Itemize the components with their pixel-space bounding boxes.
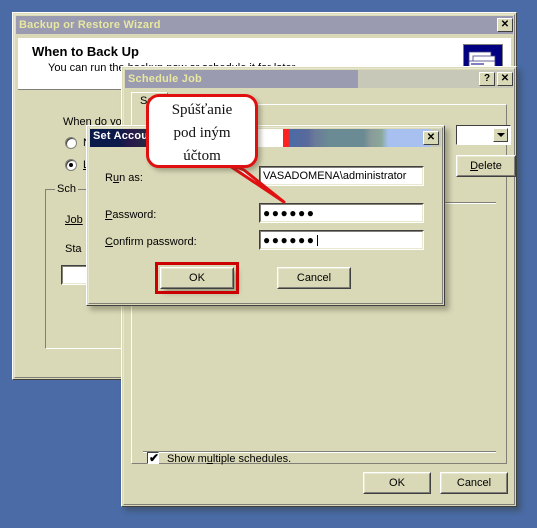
desktop-background: Backup or Restore Wizard ✕ When to Back … — [0, 0, 537, 528]
wizard-radio-later[interactable] — [65, 159, 77, 171]
callout-line-1: Spúšťanie — [171, 102, 233, 118]
schedule-job-titlebar[interactable]: Schedule Job ? ✕ — [125, 70, 513, 88]
confirm-password-value: ●●●●●● — [263, 233, 316, 247]
password-value: ●●●●●● — [263, 206, 316, 220]
check-icon: ✔ — [149, 451, 160, 465]
wizard-title: Backup or Restore Wizard — [19, 19, 161, 31]
delete-schedule-button[interactable]: Delete — [456, 155, 516, 177]
password-label: Password: — [105, 209, 157, 221]
delete-schedule-label: Delete — [470, 160, 502, 172]
wizard-close-button[interactable]: ✕ — [497, 18, 513, 32]
wizard-heading: When to Back Up — [32, 44, 139, 59]
set-account-close-button[interactable]: ✕ — [423, 131, 439, 145]
schedule-job-cancel-button[interactable]: Cancel — [440, 472, 508, 494]
set-account-dialog: Set Account ✕ Run as: VASADOMENA\adminis… — [86, 125, 445, 306]
password-input[interactable]: ●●●●●● — [259, 203, 424, 223]
show-multiple-schedules-checkbox[interactable]: ✔ — [147, 451, 160, 465]
show-multiple-schedules-label: Show multiple schedules. — [167, 453, 292, 465]
wizard-start-label: Sta — [65, 243, 82, 255]
wizard-radio-now[interactable] — [65, 137, 77, 149]
schedule-job-close-button[interactable]: ✕ — [497, 72, 513, 86]
set-account-ok-label: OK — [189, 272, 205, 284]
schedule-job-cancel-label: Cancel — [456, 477, 492, 489]
wizard-job-label: Job — [65, 214, 83, 226]
set-account-cancel-button[interactable]: Cancel — [277, 267, 351, 289]
schedule-job-ok-label: OK — [389, 477, 405, 489]
set-account-ok-button[interactable]: OK — [160, 267, 234, 289]
callout-bubble: Spúšťanie pod iným účtom — [146, 94, 258, 168]
wizard-titlebar[interactable]: Backup or Restore Wizard ✕ — [16, 16, 513, 34]
schedule-job-help-button[interactable]: ? — [479, 72, 495, 86]
set-account-cancel-label: Cancel — [296, 272, 332, 284]
wizard-schedule-group-label: Sch — [55, 183, 78, 195]
run-as-label: Run as: — [105, 172, 143, 184]
chevron-down-icon[interactable] — [493, 128, 508, 142]
confirm-password-label: Confirm password: — [105, 236, 197, 248]
text-caret — [316, 234, 318, 246]
schedule-job-ok-button[interactable]: OK — [363, 472, 431, 494]
schedule-combo[interactable] — [456, 125, 511, 145]
callout-line-2: pod iným — [173, 125, 231, 141]
callout-line-3: účtom — [183, 148, 221, 164]
confirm-password-input[interactable]: ●●●●●● — [259, 230, 424, 250]
schedule-job-title: Schedule Job — [128, 73, 202, 85]
